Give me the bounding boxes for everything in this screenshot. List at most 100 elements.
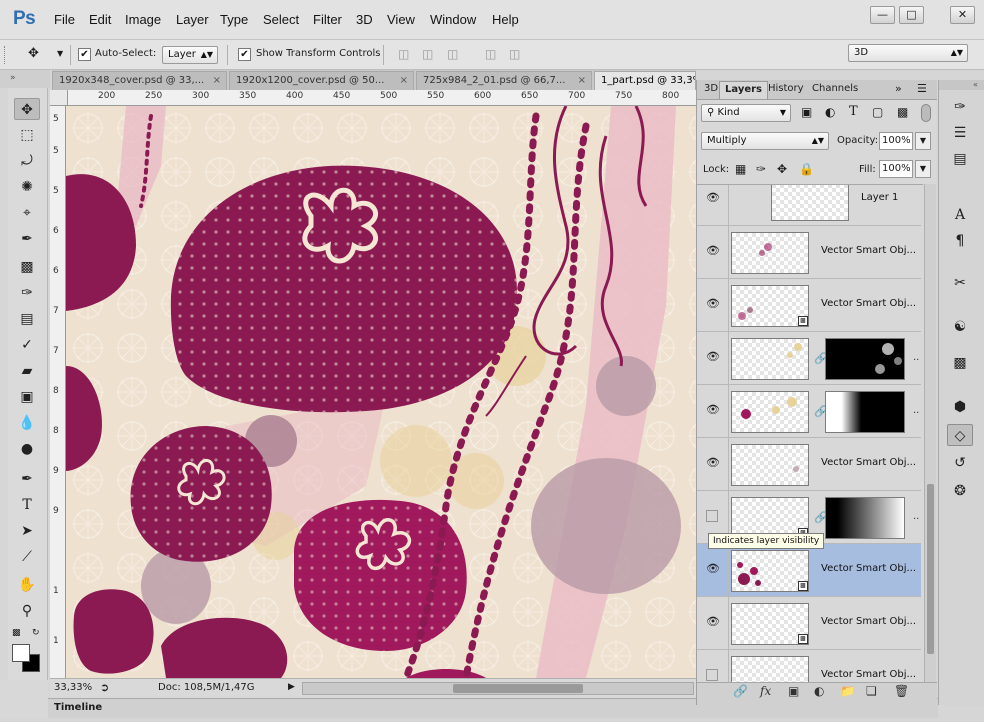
eye-icon[interactable]: 👁 xyxy=(706,563,720,574)
dodge-icon[interactable]: ● xyxy=(14,438,40,460)
stamp-icon[interactable]: ▤ xyxy=(14,308,40,330)
tool-preset-chevron-icon[interactable]: ▼ xyxy=(57,49,63,58)
layer-row[interactable]: 👁 Vector Smart Obj... xyxy=(697,226,921,279)
new-group-icon[interactable]: 📁 xyxy=(840,684,855,698)
workspace-select[interactable]: 3D ▲▼ xyxy=(848,44,968,62)
adjustment-layer-icon[interactable]: ◐ xyxy=(814,684,824,698)
eraser-icon[interactable]: ▰ xyxy=(14,360,40,382)
lock-all-icon[interactable]: 🔒 xyxy=(799,162,814,176)
menu-window[interactable]: Window xyxy=(430,12,476,27)
channels-icon[interactable]: ❂ xyxy=(947,480,973,502)
marquee-icon[interactable]: ⬚ xyxy=(14,124,40,146)
zoom-level[interactable]: 33,33% xyxy=(54,682,92,693)
tab-layers[interactable]: Layers xyxy=(719,81,768,99)
swap-colors-icon[interactable]: ↻ xyxy=(32,628,40,638)
paragraph-icon[interactable]: ¶ xyxy=(947,230,973,252)
tools-icon[interactable]: ✂ xyxy=(947,272,973,294)
fill-input[interactable]: 100% xyxy=(879,160,913,178)
tab-channels[interactable]: Channels xyxy=(807,81,863,99)
menu-file[interactable]: File xyxy=(54,12,75,27)
layer-filter-select[interactable]: ⚲ Kind ▼ xyxy=(701,104,791,122)
menu-type[interactable]: Type xyxy=(220,12,248,27)
gradient-icon[interactable]: ▣ xyxy=(14,386,40,408)
panel-menu-icon[interactable]: ☰ xyxy=(917,82,927,95)
align-vcenter-icon[interactable]: ◫ xyxy=(422,47,433,61)
show-transform-checkbox[interactable]: ✔ xyxy=(238,48,251,61)
layer-row[interactable]: 👁 Layer 1 xyxy=(697,185,921,226)
toolbar-collapse-icon[interactable]: » xyxy=(0,70,50,88)
trash-icon[interactable]: 🗑 xyxy=(894,684,909,698)
adjustments-icon[interactable]: ☰ xyxy=(947,122,973,144)
link-layers-icon[interactable]: 🔗 xyxy=(733,684,748,698)
path-select-icon[interactable]: ➤ xyxy=(14,520,40,542)
dock-collapse-icon[interactable]: « xyxy=(939,80,984,90)
menu-3d[interactable]: 3D xyxy=(356,12,373,27)
menu-layer[interactable]: Layer xyxy=(176,12,209,27)
menu-filter[interactable]: Filter xyxy=(313,12,342,27)
close-button[interactable]: ✕ xyxy=(950,6,975,24)
filter-smart-object-icon[interactable]: ▩ xyxy=(897,105,908,119)
panel-collapse-icon[interactable]: » xyxy=(895,82,902,95)
align-left-icon[interactable]: ◫ xyxy=(485,47,496,61)
restore-button[interactable]: □ xyxy=(899,6,924,24)
lock-pixels-icon[interactable]: ✑ xyxy=(756,162,766,176)
auto-select-target-select[interactable]: Layer ▲▼ xyxy=(162,46,218,64)
layer-row[interactable]: 👁 ▩ Vector Smart Obj... xyxy=(697,279,921,332)
layer-name[interactable]: Vector Smart Obj... xyxy=(821,457,916,468)
history-brush-icon[interactable]: ✓ xyxy=(14,334,40,356)
brush-presets-icon[interactable]: ✑ xyxy=(947,96,973,118)
layer-name[interactable]: Vector Smart Obj... xyxy=(821,298,916,309)
filter-toggle[interactable] xyxy=(921,104,931,122)
layers-scrollbar-thumb[interactable] xyxy=(927,484,934,654)
eye-icon[interactable]: 👁 xyxy=(706,245,720,256)
close-tab-icon[interactable]: × xyxy=(400,72,408,89)
filter-adjustment-icon[interactable]: ◐ xyxy=(825,105,835,119)
layer-name[interactable]: Vector Smart Obj... xyxy=(821,563,916,574)
history-icon[interactable]: ↺ xyxy=(947,452,973,474)
export-icon[interactable]: ➲ xyxy=(100,681,109,694)
quick-select-icon[interactable]: ✺ xyxy=(14,176,40,198)
filter-pixel-icon[interactable]: ▣ xyxy=(801,105,812,119)
patch-icon[interactable]: ▩ xyxy=(14,256,40,278)
paragraph-styles-icon[interactable]: ▤ xyxy=(947,148,973,170)
visibility-toggle-off[interactable] xyxy=(706,510,718,522)
tab-history[interactable]: History xyxy=(763,81,809,99)
crop-icon[interactable]: ⌖ xyxy=(14,202,40,224)
tab-doc-4[interactable]: 1_part.psd @ 33,3% (Vector Smart Obj... xyxy=(594,71,696,90)
filter-shape-icon[interactable]: ▢ xyxy=(872,105,883,119)
horizontal-scrollbar[interactable] xyxy=(302,682,694,695)
layer-row[interactable]: 👁 🔗 .. xyxy=(697,332,921,385)
pen-icon[interactable]: ✒ xyxy=(14,468,40,490)
add-mask-icon[interactable]: ▣ xyxy=(788,684,799,698)
menu-image[interactable]: Image xyxy=(125,12,161,27)
timeline-tab[interactable]: Timeline xyxy=(54,702,102,713)
character-icon[interactable]: A xyxy=(947,204,973,226)
brush-icon[interactable]: ✑ xyxy=(14,282,40,304)
blur-icon[interactable]: 💧 xyxy=(14,412,40,434)
3d-cube-icon[interactable]: ⬢ xyxy=(947,396,973,418)
zoom-icon[interactable]: ⚲ xyxy=(14,600,40,622)
tab-doc-1[interactable]: 1920x348_cover.psd @ 33,... × xyxy=(52,71,227,90)
close-tab-icon[interactable]: × xyxy=(213,72,221,89)
eye-icon[interactable]: 👁 xyxy=(706,616,720,627)
lock-position-icon[interactable]: ✥ xyxy=(777,162,787,176)
fx-icon[interactable]: fx xyxy=(760,684,771,698)
filter-type-icon[interactable]: T xyxy=(849,104,858,119)
menu-edit[interactable]: Edit xyxy=(89,12,111,27)
eye-icon[interactable]: 👁 xyxy=(706,298,720,309)
libraries-icon[interactable]: ☯ xyxy=(947,316,973,338)
move-tool-icon[interactable]: ✥ xyxy=(28,46,39,61)
layers-scrollbar[interactable] xyxy=(924,184,936,682)
align-top-icon[interactable]: ◫ xyxy=(398,47,409,61)
layer-row[interactable]: 👁 🔗 .. xyxy=(697,385,921,438)
tab-doc-2[interactable]: 1920x1200_cover.psd @ 50... × xyxy=(229,71,414,90)
eyedropper-icon[interactable]: ✒ xyxy=(14,228,40,250)
layers-icon[interactable]: ◇ xyxy=(947,424,973,446)
new-layer-icon[interactable]: ❏ xyxy=(866,684,877,698)
layer-name[interactable]: Layer 1 xyxy=(861,192,898,203)
lock-transparent-icon[interactable]: ▦ xyxy=(735,162,746,176)
blend-mode-select[interactable]: Multiply ▲▼ xyxy=(701,132,829,150)
layer-name[interactable]: Vector Smart Obj... xyxy=(821,245,916,256)
layer-mask-thumbnail[interactable] xyxy=(825,338,905,380)
layer-mask-thumbnail[interactable] xyxy=(825,391,905,433)
